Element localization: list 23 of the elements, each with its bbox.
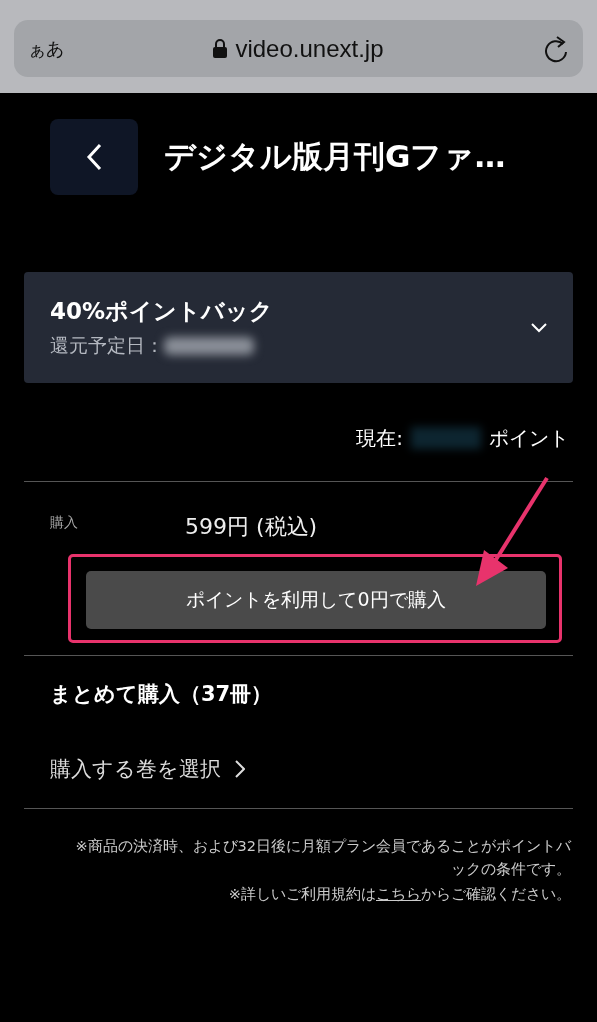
price-text: 599円 (税込) bbox=[185, 513, 318, 541]
lock-icon bbox=[213, 39, 228, 58]
reload-icon[interactable] bbox=[543, 34, 569, 63]
pointback-panel[interactable]: 40%ポイントバック 還元予定日： bbox=[24, 272, 573, 383]
pointback-title: 40%ポイントバック bbox=[50, 297, 274, 326]
points-label: 現在: bbox=[356, 424, 403, 452]
points-unit: ポイント bbox=[489, 424, 569, 452]
address-bar[interactable]: ぁあ video.unext.jp bbox=[14, 20, 583, 77]
bulk-purchase-title: まとめて購入（37冊） bbox=[49, 681, 274, 708]
terms-note: ※詳しいご利用規約は こちらからご確認ください。 bbox=[228, 885, 571, 904]
return-date-label: 還元予定日： bbox=[50, 333, 164, 358]
page-title: デジタル版月刊Gファ… bbox=[164, 137, 506, 176]
back-icon bbox=[86, 143, 102, 171]
select-volumes-link[interactable]: 購入する巻を選択 bbox=[50, 755, 221, 783]
chevron-icon[interactable] bbox=[531, 322, 547, 333]
buy-with-points-button[interactable]: ポイントを利用して0円で購入 bbox=[86, 571, 546, 629]
chevron-right-icon[interactable] bbox=[235, 760, 245, 778]
purchase-label: 購入 bbox=[50, 514, 79, 532]
url-text: video.unext.jp bbox=[235, 34, 384, 63]
text-size-button[interactable]: ぁあ bbox=[28, 36, 64, 61]
condition-note: ※商品の決済時、および32日後に月額プラン会員であることがポイントバックの条件です。 bbox=[74, 837, 571, 879]
terms-link[interactable]: こちら bbox=[376, 886, 421, 902]
redacted-value bbox=[411, 427, 481, 449]
